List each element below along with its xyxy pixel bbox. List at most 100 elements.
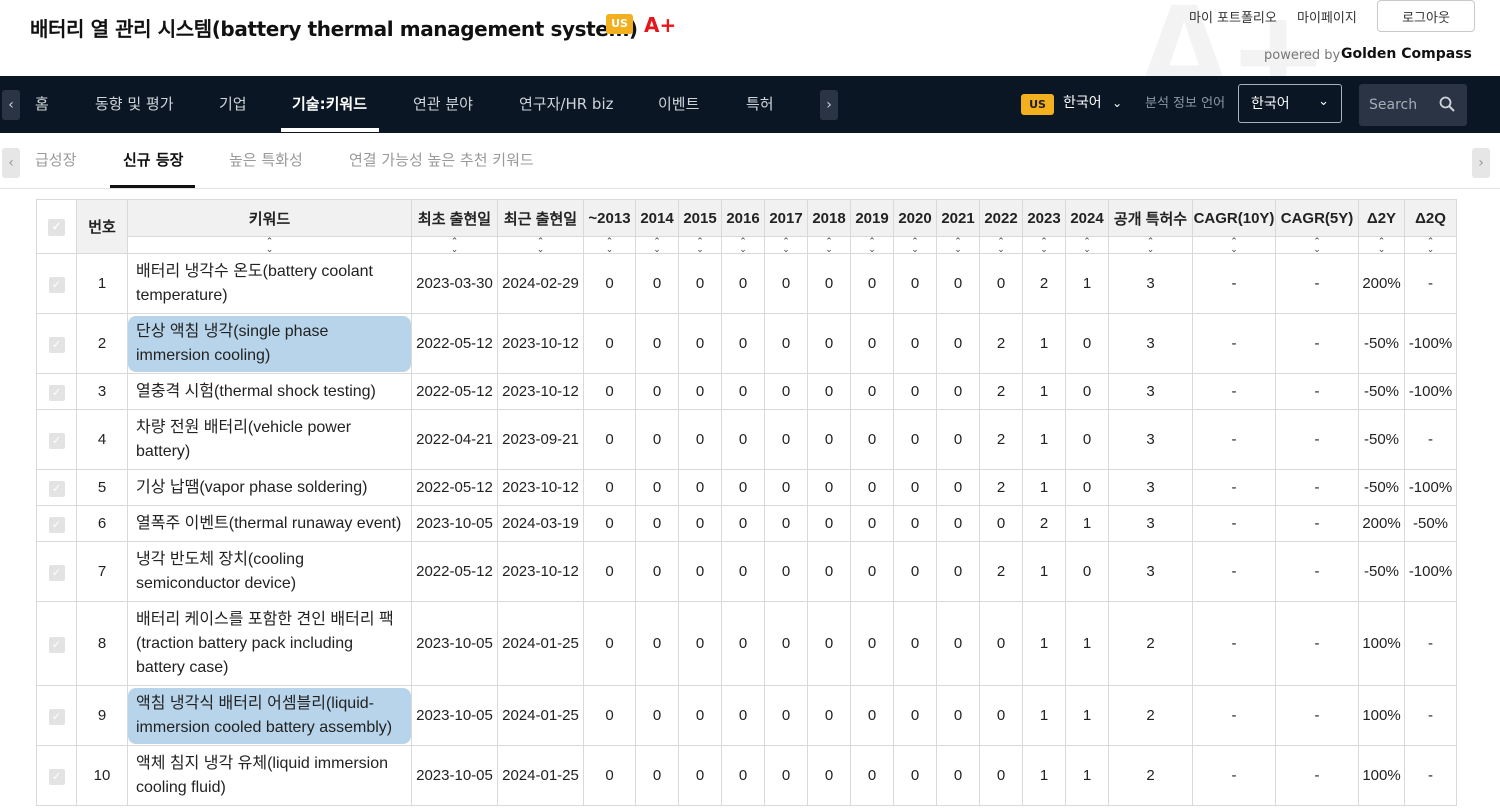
sort-toggle-icon[interactable]: ⌃ ⌄ [980, 237, 1023, 254]
col-header-year[interactable]: 2023 [1023, 200, 1066, 237]
col-header-first-date[interactable]: 최초 출현일 [412, 200, 498, 237]
first-date-cell: 2023-10-05 [412, 686, 498, 746]
col-header-cagr-10y[interactable]: CAGR(10Y) [1193, 200, 1276, 237]
row-checkbox[interactable]: ✓ [37, 602, 77, 686]
sort-toggle-icon[interactable]: ⌃ ⌄ [636, 237, 679, 254]
sort-toggle-icon[interactable]: ⌃ ⌄ [1276, 237, 1359, 254]
keyword-link[interactable]: 액침 냉각식 배터리 어셈블리(liquid-immersion cooled … [128, 688, 411, 744]
keyword-link[interactable]: 차량 전원 배터리(vehicle power battery) [128, 412, 411, 468]
language-dropdown[interactable]: 한국어 ⌄ [1063, 76, 1122, 131]
keyword-cell: 액침 냉각식 배터리 어셈블리(liquid-immersion cooled … [128, 686, 412, 746]
table-row[interactable]: ✓8배터리 케이스를 포함한 견인 배터리 팩(traction battery… [37, 602, 1457, 686]
nav-item-patents[interactable]: 특허 [746, 76, 774, 133]
select-all-checkbox[interactable]: ✓ [37, 200, 77, 254]
tab-high-specialization[interactable]: 높은 특화성 [229, 133, 303, 188]
row-checkbox[interactable]: ✓ [37, 374, 77, 410]
table-row[interactable]: ✓3열충격 시험(thermal shock testing)2022-05-1… [37, 374, 1457, 410]
sort-toggle-icon[interactable]: ⌃ ⌄ [937, 237, 980, 254]
year-count-cell: 2 [1023, 506, 1066, 542]
keyword-link[interactable]: 배터리 냉각수 온도(battery coolant temperature) [128, 256, 411, 312]
table-row[interactable]: ✓5기상 납땜(vapor phase soldering)2022-05-12… [37, 470, 1457, 506]
table-row[interactable]: ✓2단상 액침 냉각(single phase immersion coolin… [37, 314, 1457, 374]
sort-toggle-icon[interactable]: ⌃ ⌄ [128, 237, 412, 254]
keyword-link[interactable]: 단상 액침 냉각(single phase immersion cooling) [128, 316, 411, 372]
sort-toggle-icon[interactable]: ⌃ ⌄ [412, 237, 498, 254]
col-header-delta-2q[interactable]: Δ2Q [1405, 200, 1457, 237]
nav-item-trends[interactable]: 동향 및 평가 [95, 76, 174, 133]
col-header-delta-2y[interactable]: Δ2Y [1359, 200, 1405, 237]
col-header-year[interactable]: 2015 [679, 200, 722, 237]
table-row[interactable]: ✓7냉각 반도체 장치(cooling semiconductor device… [37, 542, 1457, 602]
col-header-cagr-5y[interactable]: CAGR(5Y) [1276, 200, 1359, 237]
col-header-keyword[interactable]: 키워드 [128, 200, 412, 237]
nav-item-companies[interactable]: 기업 [219, 76, 247, 133]
sort-toggle-icon[interactable]: ⌃ ⌄ [1405, 237, 1457, 254]
sort-toggle-icon[interactable]: ⌃ ⌄ [1023, 237, 1066, 254]
col-header-year[interactable]: 2020 [894, 200, 937, 237]
sort-toggle-icon[interactable]: ⌃ ⌄ [894, 237, 937, 254]
nav-item-tech-keywords[interactable]: 기술:키워드 [292, 76, 367, 133]
my-page-link[interactable]: 마이페이지 [1297, 7, 1357, 26]
row-checkbox[interactable]: ✓ [37, 746, 77, 806]
table-row[interactable]: ✓4차량 전원 배터리(vehicle power battery)2022-0… [37, 410, 1457, 470]
nav-next-arrow-icon[interactable]: › [820, 90, 838, 120]
search-icon[interactable] [1439, 96, 1455, 112]
keyword-link[interactable]: 열폭주 이벤트(thermal runaway event) [128, 508, 411, 540]
table-row[interactable]: ✓10액체 침지 냉각 유체(liquid immersion cooling … [37, 746, 1457, 806]
row-checkbox[interactable]: ✓ [37, 410, 77, 470]
tab-fast-growth[interactable]: 급성장 [35, 133, 76, 188]
table-row[interactable]: ✓6열폭주 이벤트(thermal runaway event)2023-10-… [37, 506, 1457, 542]
col-header-number[interactable]: 번호 [77, 200, 128, 254]
col-header-last-date[interactable]: 최근 출현일 [498, 200, 584, 237]
nav-item-home[interactable]: 홈 [35, 76, 49, 133]
table-row[interactable]: ✓9액침 냉각식 배터리 어셈블리(liquid-immersion coole… [37, 686, 1457, 746]
analysis-language-select[interactable]: 한국어 ⌄ [1238, 84, 1342, 123]
row-checkbox[interactable]: ✓ [37, 542, 77, 602]
sort-toggle-icon[interactable]: ⌃ ⌄ [498, 237, 584, 254]
sort-toggle-icon[interactable]: ⌃ ⌄ [722, 237, 765, 254]
col-header-year[interactable]: 2017 [765, 200, 808, 237]
sort-toggle-icon[interactable]: ⌃ ⌄ [584, 237, 636, 254]
last-date-cell: 2024-01-25 [498, 746, 584, 806]
sort-toggle-icon[interactable]: ⌃ ⌄ [808, 237, 851, 254]
keyword-link[interactable]: 열충격 시험(thermal shock testing) [128, 376, 411, 408]
search-input[interactable] [1369, 94, 1437, 116]
row-checkbox[interactable]: ✓ [37, 470, 77, 506]
sort-toggle-icon[interactable]: ⌃ ⌄ [851, 237, 894, 254]
sort-toggle-icon[interactable]: ⌃ ⌄ [1359, 237, 1405, 254]
sort-toggle-icon[interactable]: ⌃ ⌄ [1193, 237, 1276, 254]
table-row[interactable]: ✓1배터리 냉각수 온도(battery coolant temperature… [37, 254, 1457, 314]
col-header-year[interactable]: 2014 [636, 200, 679, 237]
nav-item-related-fields[interactable]: 연관 분야 [413, 76, 473, 133]
keyword-link[interactable]: 냉각 반도체 장치(cooling semiconductor device) [128, 544, 411, 600]
subtab-prev-arrow-icon[interactable]: ‹ [2, 148, 20, 178]
sort-toggle-icon[interactable]: ⌃ ⌄ [1109, 237, 1193, 254]
row-checkbox[interactable]: ✓ [37, 686, 77, 746]
nav-prev-arrow-icon[interactable]: ‹ [2, 90, 20, 120]
col-header-year[interactable]: 2021 [937, 200, 980, 237]
year-count-cell: 0 [679, 686, 722, 746]
logout-button[interactable]: 로그아웃 [1377, 0, 1475, 32]
sort-toggle-icon[interactable]: ⌃ ⌄ [679, 237, 722, 254]
col-header-year[interactable]: 2016 [722, 200, 765, 237]
nav-item-events[interactable]: 이벤트 [658, 76, 699, 133]
tab-recommended-keywords[interactable]: 연결 가능성 높은 추천 키워드 [349, 133, 534, 188]
col-header-year[interactable]: 2024 [1066, 200, 1109, 237]
col-header-year[interactable]: 2022 [980, 200, 1023, 237]
row-checkbox[interactable]: ✓ [37, 506, 77, 542]
my-portfolio-link[interactable]: 마이 포트폴리오 [1189, 7, 1277, 26]
col-header-patent-count[interactable]: 공개 특허수 [1109, 200, 1193, 237]
sort-toggle-icon[interactable]: ⌃ ⌄ [765, 237, 808, 254]
subtab-next-arrow-icon[interactable]: › [1472, 148, 1490, 178]
row-checkbox[interactable]: ✓ [37, 314, 77, 374]
col-header-year[interactable]: 2019 [851, 200, 894, 237]
row-checkbox[interactable]: ✓ [37, 254, 77, 314]
keyword-link[interactable]: 액체 침지 냉각 유체(liquid immersion cooling flu… [128, 748, 411, 804]
nav-item-researchers[interactable]: 연구자/HR biz [519, 76, 614, 133]
keyword-link[interactable]: 배터리 케이스를 포함한 견인 배터리 팩(traction battery p… [128, 604, 411, 684]
col-header-year[interactable]: 2018 [808, 200, 851, 237]
keyword-link[interactable]: 기상 납땜(vapor phase soldering) [128, 472, 411, 504]
sort-toggle-icon[interactable]: ⌃ ⌄ [1066, 237, 1109, 254]
col-header-year[interactable]: ~2013 [584, 200, 636, 237]
tab-new-emerging[interactable]: 신규 등장 [123, 133, 183, 188]
